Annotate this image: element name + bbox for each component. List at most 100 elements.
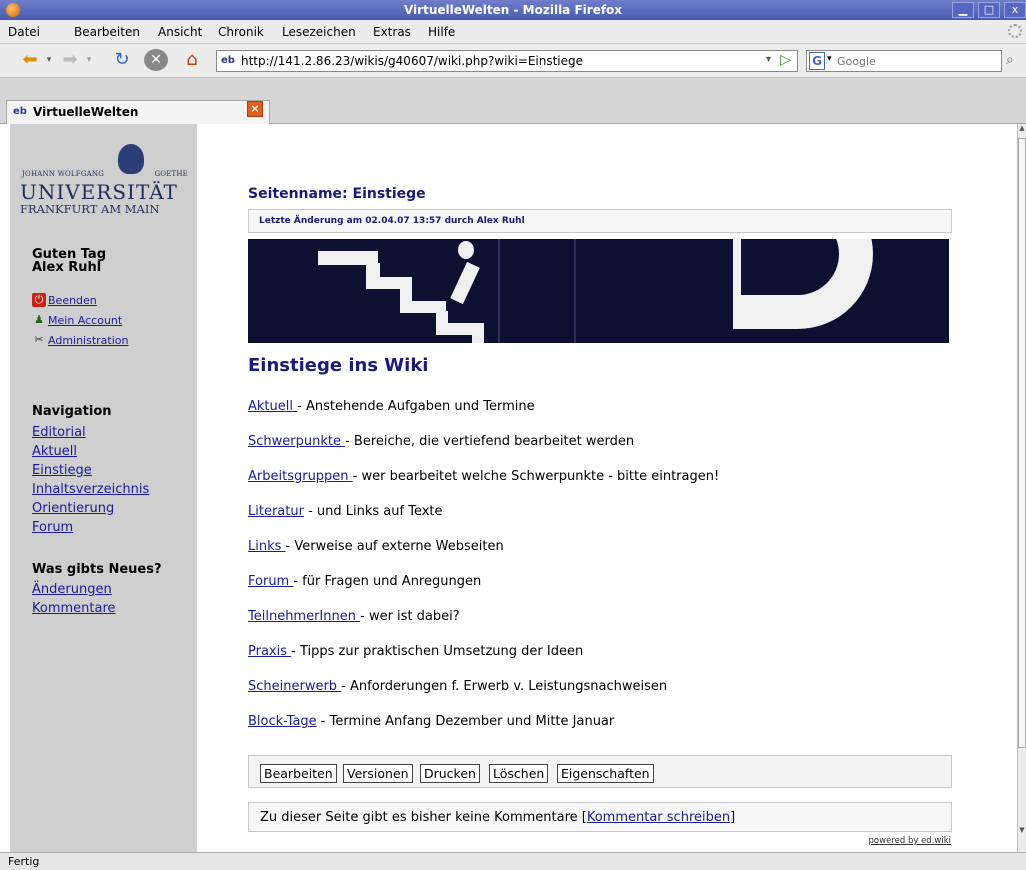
news-list: Änderungen Kommentare [32, 580, 116, 618]
page-title: Seitenname: Einstiege [248, 186, 426, 202]
navigation-list: Editorial Aktuell Einstiege Inhaltsverze… [32, 423, 149, 537]
news-kommentare[interactable]: Kommentare [32, 599, 116, 618]
search-icon[interactable]: ⌕ [1006, 52, 1014, 68]
stop-icon[interactable]: ✕ [144, 49, 168, 71]
entry-link-arbeitsgruppen[interactable]: Arbeitsgruppen [248, 469, 353, 484]
tab-virtuellewelten[interactable]: eb VirtuelleWelten [6, 100, 270, 124]
back-icon[interactable]: ⬅ [18, 49, 42, 71]
banner-divider-2 [574, 239, 576, 343]
entry-desc: - Anforderungen f. Erwerb v. Leistungsna… [341, 679, 668, 694]
search-box[interactable]: G ▾ [806, 50, 1002, 72]
entry-link-links[interactable]: Links [248, 539, 286, 554]
last-modified-text: Letzte Änderung am 02.04.07 13:57 durch … [259, 216, 525, 226]
entry-link-scheinerwerb[interactable]: Scheinerwerb [248, 679, 341, 694]
nav-aktuell[interactable]: Aktuell [32, 442, 149, 461]
entry-link-block-tage[interactable]: Block-Tage [248, 714, 317, 729]
list-item: Literatur - und Links auf Texte [248, 501, 719, 536]
banner-divider-1 [498, 239, 500, 343]
nav-forum[interactable]: Forum [32, 518, 149, 537]
forward-icon[interactable]: ➡ [58, 49, 82, 71]
search-input[interactable] [837, 53, 997, 69]
engine-dropdown-icon[interactable]: ▾ [827, 54, 832, 64]
go-icon[interactable]: ▷ [780, 52, 791, 68]
list-item: Links - Verweise auf externe Webseiten [248, 536, 719, 571]
sidebar: JOHANN WOLFGANG GOETHE UNIVERSITÄT FRANK… [10, 124, 197, 852]
vertical-scrollbar[interactable]: ▲ ▼ [1017, 124, 1026, 852]
entry-desc: - für Fragen und Anregungen [293, 574, 482, 589]
logo-line2: UNIVERSITÄT [20, 180, 178, 204]
entry-desc: - und Links auf Texte [303, 504, 443, 519]
url-text[interactable]: http://141.2.86.23/wikis/g40607/wiki.php… [241, 54, 583, 68]
menu-bearbeiten[interactable]: Bearbeiten [74, 25, 140, 39]
eigenschaften-button[interactable]: Eigenschaften [557, 764, 654, 783]
nav-inhaltsverzeichnis[interactable]: Inhaltsverzeichnis [32, 480, 149, 499]
content-heading: Einstiege ins Wiki [248, 355, 429, 376]
comment-text: Zu dieser Seite gibt es bisher keine Kom… [260, 810, 735, 825]
nav-orientierung[interactable]: Orientierung [32, 499, 149, 518]
menu-bar: Datei Bearbeiten Ansicht Chronik Lesezei… [0, 20, 1026, 44]
mein-account-link[interactable]: Mein Account [48, 314, 122, 327]
logo-line1-right: GOETHE [154, 170, 188, 178]
site-favicon-icon: eb [221, 55, 235, 66]
page-viewport: JOHANN WOLFGANG GOETHE UNIVERSITÄT FRANK… [0, 124, 1026, 852]
kommentar-schreiben-link[interactable]: Kommentar schreiben [587, 810, 730, 825]
menu-chronik[interactable]: Chronik [218, 25, 264, 39]
tools-icon[interactable]: ✂ [32, 333, 46, 347]
user-link-account: ♟ Mein Account [32, 310, 129, 330]
bearbeiten-button[interactable]: Bearbeiten [260, 764, 337, 783]
back-dropdown-icon[interactable]: ▾ [44, 49, 54, 71]
greeting-user: Alex Ruhl [32, 260, 102, 275]
list-item: Aktuell - Anstehende Aufgaben und Termin… [248, 396, 719, 431]
close-window-icon[interactable]: x [1004, 2, 1026, 18]
entry-link-teilnehmerinnen[interactable]: TeilnehmerInnen [248, 609, 360, 624]
scroll-up-icon[interactable]: ▲ [1018, 124, 1026, 136]
news-aenderungen[interactable]: Änderungen [32, 580, 116, 599]
goethe-portrait-icon [118, 144, 144, 174]
tab-favicon-icon: eb [13, 106, 27, 117]
university-logo[interactable]: JOHANN WOLFGANG GOETHE UNIVERSITÄT FRANK… [20, 144, 188, 216]
nav-editorial[interactable]: Editorial [32, 423, 149, 442]
powered-by-link[interactable]: powered by ed.wiki [869, 836, 951, 846]
entry-link-aktuell[interactable]: Aktuell [248, 399, 297, 414]
entry-list: Aktuell - Anstehende Aufgaben und Termin… [248, 396, 719, 746]
maximize-icon[interactable]: □ [978, 2, 1000, 18]
nav-einstiege[interactable]: Einstiege [32, 461, 149, 480]
home-icon[interactable]: ⌂ [180, 49, 204, 71]
drucken-button[interactable]: Drucken [420, 764, 480, 783]
menu-extras[interactable]: Extras [373, 25, 411, 39]
close-tab-icon[interactable]: × [247, 101, 263, 117]
entry-desc: - wer bearbeitet welche Schwerpunkte - b… [352, 469, 720, 484]
user-icon[interactable]: ♟ [32, 313, 46, 327]
entry-link-schwerpunkte[interactable]: Schwerpunkte [248, 434, 345, 449]
menu-ansicht[interactable]: Ansicht [158, 25, 202, 39]
entry-link-literatur[interactable]: Literatur [248, 504, 304, 519]
url-dropdown-icon[interactable]: ▾ [766, 54, 771, 65]
list-item: Block-Tage - Termine Anfang Dezember und… [248, 711, 719, 746]
beenden-link[interactable]: Beenden [48, 294, 97, 307]
url-bar[interactable]: eb http://141.2.86.23/wikis/g40607/wiki.… [216, 50, 798, 72]
entry-link-praxis[interactable]: Praxis [248, 644, 291, 659]
last-modified-bar: Letzte Änderung am 02.04.07 13:57 durch … [248, 209, 952, 233]
user-link-administration: ✂ Administration [32, 330, 129, 350]
loeschen-button[interactable]: Löschen [489, 764, 549, 783]
list-item: Schwerpunkte - Bereiche, die vertiefend … [248, 431, 719, 466]
menu-hilfe[interactable]: Hilfe [428, 25, 455, 39]
entry-desc: - Termine Anfang Dezember und Mitte Janu… [316, 714, 615, 729]
administration-link[interactable]: Administration [48, 334, 129, 347]
entry-link-forum[interactable]: Forum [248, 574, 293, 589]
banner-figure-body [450, 261, 480, 305]
power-icon[interactable]: ⏻ [32, 293, 46, 307]
google-engine-icon[interactable]: G [809, 52, 825, 70]
versionen-button[interactable]: Versionen [343, 764, 413, 783]
minimize-icon[interactable]: ▁ [952, 2, 974, 18]
scrollbar-thumb[interactable] [1018, 138, 1026, 748]
user-links: ⏻ Beenden ♟ Mein Account ✂ Administratio… [32, 290, 129, 350]
forward-dropdown-icon[interactable]: ▾ [84, 49, 94, 71]
status-text: Fertig [8, 855, 40, 868]
scroll-down-icon[interactable]: ▼ [1018, 826, 1026, 838]
menu-lesezeichen[interactable]: Lesezeichen [282, 25, 356, 39]
reload-icon[interactable]: ↻ [110, 49, 134, 71]
menu-datei[interactable]: Datei [8, 25, 40, 39]
banner-figure-head [458, 241, 474, 259]
entry-desc: - Verweise auf externe Webseiten [285, 539, 504, 554]
